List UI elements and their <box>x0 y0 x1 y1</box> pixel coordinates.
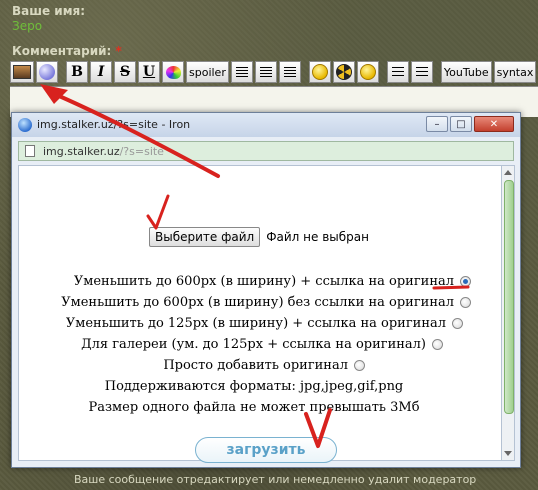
option-600-link[interactable]: Уменьшить до 600px (в ширину) + ссылка н… <box>74 274 471 289</box>
radio-original[interactable] <box>354 360 365 371</box>
italic-button[interactable]: I <box>90 61 112 83</box>
palette-icon <box>165 65 181 79</box>
choose-file-button[interactable]: Выберите файл <box>149 227 261 247</box>
align-left-icon <box>235 67 248 77</box>
link-icon <box>39 64 55 80</box>
upload-popup-window: img.stalker.uz/?s=site - Iron – □ ✕ img.… <box>11 112 521 468</box>
align-right-button[interactable] <box>278 61 301 83</box>
radio-gallery[interactable] <box>432 339 443 350</box>
option-125-link[interactable]: Уменьшить до 125px (в ширину) + ссылка н… <box>66 316 463 331</box>
popup-content: Выберите файл Файл не выбран Уменьшить д… <box>18 165 515 463</box>
ordered-list-button[interactable] <box>386 61 409 83</box>
upload-button[interactable]: загрузить <box>195 437 337 463</box>
page-icon <box>25 145 35 157</box>
radio-600-nolink[interactable] <box>460 297 471 308</box>
required-mark: * <box>115 44 122 58</box>
scroll-thumb[interactable] <box>504 180 514 414</box>
wink-button[interactable] <box>356 61 379 83</box>
underline-button[interactable]: U <box>138 61 160 83</box>
comment-label: Комментарий: * <box>12 44 122 58</box>
bold-button[interactable]: B <box>66 61 88 83</box>
option-label: Уменьшить до 600px (в ширину) без ссылки… <box>61 295 454 310</box>
size-limit-text: Размер одного файла не может превышать 3… <box>88 400 420 415</box>
align-left-button[interactable] <box>230 61 253 83</box>
color-button[interactable] <box>162 61 184 83</box>
file-picker: Выберите файл Файл не выбран <box>149 227 369 247</box>
option-label: Уменьшить до 125px (в ширину) + ссылка н… <box>65 316 446 331</box>
maximize-icon: □ <box>456 118 466 130</box>
name-value: Зеро <box>12 19 43 33</box>
scroll-down-icon[interactable] <box>504 451 512 456</box>
spoiler-button[interactable]: spoiler <box>186 61 229 83</box>
option-label: Просто добавить оригинал <box>163 358 348 373</box>
file-status: Файл не выбран <box>266 230 369 244</box>
option-600-nolink[interactable]: Уменьшить до 600px (в ширину) без ссылки… <box>61 295 471 310</box>
wink-icon <box>359 64 376 80</box>
browser-icon <box>18 118 32 132</box>
syntax-button[interactable]: syntax <box>493 61 537 83</box>
ordered-list-icon <box>391 66 404 78</box>
strike-button[interactable]: S <box>114 61 136 83</box>
option-gallery[interactable]: Для галереи (ум. до 125px + ссылка на ор… <box>81 337 443 352</box>
url-query: /?s=site <box>119 145 164 158</box>
moderation-notice: Ваше сообщение отредактирует или немедле… <box>74 473 477 486</box>
minimize-icon: – <box>434 118 440 130</box>
unordered-list-button[interactable] <box>410 61 433 83</box>
youtube-button[interactable]: YouTube <box>440 61 492 83</box>
option-original[interactable]: Просто добавить оригинал <box>163 358 365 373</box>
close-icon: ✕ <box>489 118 499 130</box>
address-bar[interactable]: img.stalker.uz/?s=site <box>18 141 514 161</box>
scroll-up-icon[interactable] <box>504 170 512 175</box>
radio-125-link[interactable] <box>452 318 463 329</box>
align-right-icon <box>283 67 296 77</box>
formats-text: Поддерживаются форматы: jpg,jpeg,gif,png <box>104 379 404 394</box>
name-label: Ваше имя: <box>12 4 86 18</box>
align-center-icon <box>259 67 272 77</box>
smile-icon <box>311 64 328 80</box>
radiation-button[interactable] <box>332 61 355 83</box>
close-button[interactable]: ✕ <box>474 116 514 132</box>
upload-image-button[interactable] <box>36 61 58 83</box>
minimize-button[interactable]: – <box>426 116 448 132</box>
option-label: Уменьшить до 600px (в ширину) + ссылка н… <box>73 274 454 289</box>
option-label: Для галереи (ум. до 125px + ссылка на ор… <box>81 337 426 352</box>
smile-button[interactable] <box>308 61 331 83</box>
insert-image-button[interactable] <box>10 61 34 83</box>
comment-label-text: Комментарий: <box>12 44 112 58</box>
radio-600-link[interactable] <box>460 276 471 287</box>
address-url: img.stalker.uz/?s=site <box>43 145 164 158</box>
unordered-list-icon <box>415 66 428 78</box>
align-center-button[interactable] <box>254 61 277 83</box>
radiation-icon <box>335 64 352 80</box>
editor-toolbar: B I S U spoiler YouTube syntax <box>10 60 537 84</box>
image-icon <box>13 65 31 79</box>
vertical-scrollbar[interactable] <box>501 165 515 461</box>
popup-title: img.stalker.uz/?s=site - Iron <box>37 118 191 131</box>
maximize-button[interactable]: □ <box>450 116 472 132</box>
popup-titlebar[interactable]: img.stalker.uz/?s=site - Iron – □ ✕ <box>12 113 520 137</box>
url-host: img.stalker.uz <box>43 145 120 158</box>
